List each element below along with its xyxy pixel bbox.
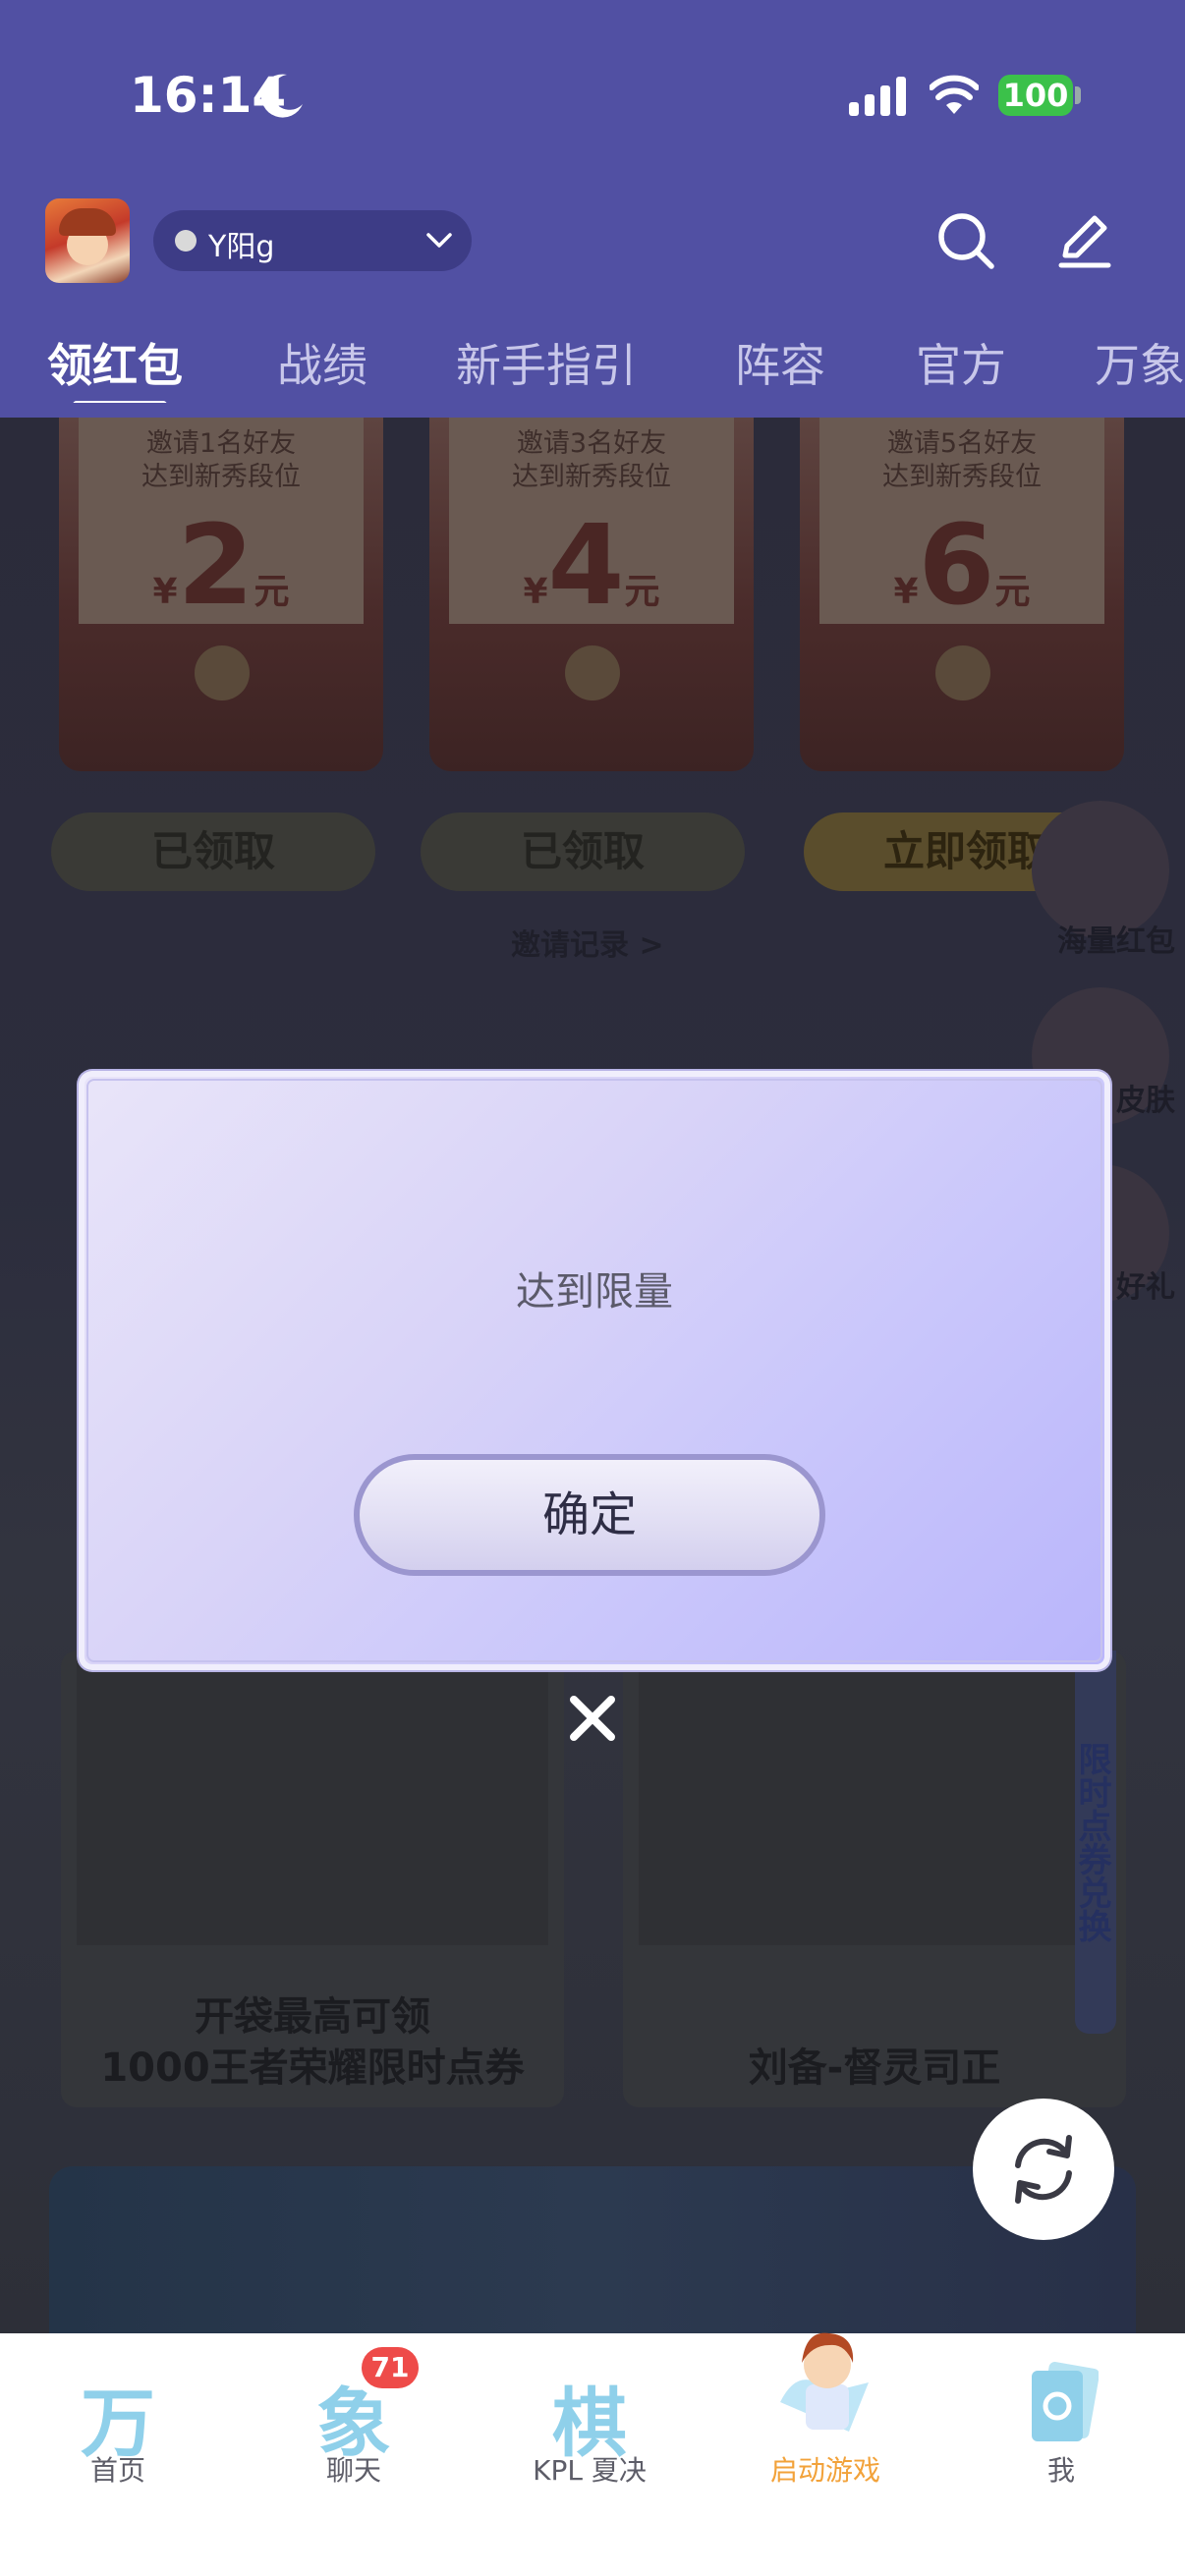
red-packet-coin-icon bbox=[195, 645, 250, 700]
red-packet-card: 邀请3名好友 达到新秀段位 ¥4元 bbox=[429, 418, 754, 771]
nav-label: 启动游戏 bbox=[769, 2454, 880, 2487]
claimed-button[interactable]: 已领取 bbox=[51, 812, 375, 891]
account-switcher[interactable]: Y阳g bbox=[153, 210, 472, 271]
nav-home[interactable]: 万 首页 bbox=[0, 2333, 236, 2576]
red-packet-amount: ¥6元 bbox=[800, 502, 1124, 630]
card-subtitle: 1000王者荣耀限时点券 bbox=[100, 2045, 525, 2091]
side-float-red-packets[interactable]: 海量红包 bbox=[1022, 801, 1185, 959]
account-name: Y阳g bbox=[208, 230, 275, 264]
amount-unit: 元 bbox=[624, 572, 660, 612]
nav-chat[interactable]: 象 71 聊天 bbox=[236, 2333, 472, 2576]
dialog-message: 达到限量 bbox=[516, 1269, 673, 1315]
account-status-dot bbox=[175, 230, 197, 252]
currency-symbol: ¥ bbox=[893, 572, 919, 612]
skin-promo-image bbox=[639, 1651, 1110, 1945]
tab-beginner-guide[interactable]: 新手指引 bbox=[456, 330, 637, 395]
claimed-button[interactable]: 已领取 bbox=[421, 812, 745, 891]
limited-coupon-tag: 限时点券兑换 bbox=[1072, 1651, 1116, 2034]
tab-wanxiang[interactable]: 万象 bbox=[1095, 330, 1185, 395]
nav-label: 首页 bbox=[89, 2454, 145, 2487]
amount-unit: 元 bbox=[994, 572, 1031, 612]
refresh-icon bbox=[1015, 2135, 1072, 2204]
limit-reached-dialog: 达到限量 确定 bbox=[79, 1071, 1110, 1670]
side-float-label: 海量红包 bbox=[1057, 924, 1175, 959]
wifi-icon bbox=[930, 75, 979, 114]
nav-label: KPL 夏决 bbox=[533, 2454, 647, 2487]
promo-card-skin[interactable]: 刘备-督灵司正 bbox=[623, 1651, 1126, 2107]
amount-unit: 元 bbox=[254, 572, 290, 612]
nav-label: 我 bbox=[1046, 2454, 1075, 2487]
avatar-hair bbox=[59, 208, 116, 236]
red-packet-coin-icon bbox=[565, 645, 620, 700]
nav-kpl-finals[interactable]: 棋 KPL 夏决 bbox=[472, 2333, 707, 2576]
tab-red-packet[interactable]: 领红包 bbox=[47, 330, 183, 395]
amount-value: 4 bbox=[547, 502, 625, 630]
red-packet-rank-text: 达到新秀段位 bbox=[141, 462, 301, 492]
side-float-label: 好礼 bbox=[1116, 1270, 1175, 1305]
red-packet-card: 邀请1名好友 达到新秀段位 ¥2元 bbox=[59, 418, 383, 771]
card-deck-icon bbox=[1032, 2361, 1099, 2441]
red-packet-amount: ¥2元 bbox=[59, 502, 383, 630]
unread-badge: 71 bbox=[362, 2347, 419, 2388]
nav-me[interactable]: 我 bbox=[943, 2333, 1179, 2576]
cellular-signal-icon bbox=[849, 77, 906, 116]
lucky-bag-image bbox=[77, 1651, 548, 1945]
amount-value: 6 bbox=[918, 502, 995, 630]
chevron-down-icon bbox=[426, 233, 452, 248]
amount-value: 2 bbox=[177, 502, 254, 630]
game-avatar[interactable] bbox=[45, 198, 130, 283]
bottom-banner[interactable] bbox=[49, 2166, 1136, 2333]
app-header: 16:14 100 Y阳g 领红包 战绩 新手指引 阵容 官方 万象 bbox=[0, 0, 1185, 418]
active-tab-indicator bbox=[73, 401, 167, 403]
tab-lineup[interactable]: 阵容 bbox=[735, 330, 825, 395]
red-packet-amount: ¥4元 bbox=[429, 502, 754, 630]
refresh-button[interactable] bbox=[973, 2099, 1114, 2240]
battery-indicator: 100 bbox=[998, 75, 1073, 116]
currency-symbol: ¥ bbox=[152, 572, 178, 612]
battery-nub bbox=[1075, 86, 1081, 104]
top-tab-bar: 领红包 战绩 新手指引 阵容 官方 万象 bbox=[0, 324, 1185, 403]
search-icon[interactable] bbox=[935, 210, 996, 271]
nav-label: 聊天 bbox=[325, 2454, 381, 2487]
promo-card-lucky-bag[interactable]: 开袋最高可领 1000王者荣耀限时点券 bbox=[61, 1651, 564, 2107]
edit-icon[interactable] bbox=[1053, 210, 1114, 271]
side-float-label: 皮肤 bbox=[1116, 1084, 1175, 1118]
launch-game-avatar-icon bbox=[780, 2332, 869, 2432]
currency-symbol: ¥ bbox=[523, 572, 548, 612]
nav-launch-game[interactable]: 启动游戏 bbox=[707, 2332, 943, 2576]
card-title: 刘备-督灵司正 bbox=[748, 2045, 1001, 2091]
red-packet-rank-text: 达到新秀段位 bbox=[882, 462, 1042, 492]
red-packet-rank-text: 达到新秀段位 bbox=[512, 462, 671, 492]
card-title: 开袋最高可领 bbox=[195, 1994, 430, 2040]
close-icon[interactable] bbox=[564, 1690, 621, 1747]
bottom-navigation: 万 首页 象 71 聊天 棋 KPL 夏决 启动游戏 我 bbox=[0, 2332, 1185, 2576]
tab-official[interactable]: 官方 bbox=[916, 330, 1006, 395]
tab-records[interactable]: 战绩 bbox=[277, 330, 367, 395]
confirm-button[interactable]: 确定 bbox=[354, 1454, 825, 1576]
moon-icon bbox=[260, 74, 303, 118]
invite-record-link[interactable]: 邀请记录 > bbox=[511, 921, 664, 964]
red-packet-card: 邀请5名好友 达到新秀段位 ¥6元 bbox=[800, 418, 1124, 771]
red-packet-coin-icon bbox=[935, 645, 990, 700]
